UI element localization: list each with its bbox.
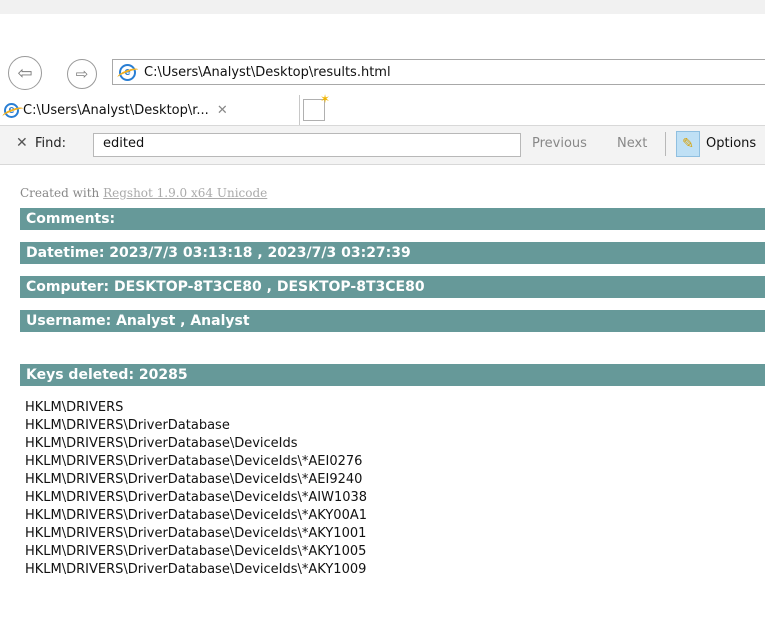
pencil-icon[interactable]: ✎	[676, 131, 700, 157]
list-item: HKLM\DRIVERS\DriverDatabase\DeviceIds\*A…	[25, 454, 363, 469]
datetime-header: Datetime: 2023/7/3 03:13:18 , 2023/7/3 0…	[20, 242, 765, 264]
find-separator	[665, 132, 666, 156]
list-item: HKLM\DRIVERS\DriverDatabase\DeviceIds\*A…	[25, 526, 367, 541]
list-item: HKLM\DRIVERS\DriverDatabase\DeviceIds\*A…	[25, 490, 368, 505]
list-item: HKLM\DRIVERS\DriverDatabase\DeviceIds\*A…	[25, 562, 367, 577]
comments-header: Comments:	[20, 208, 765, 230]
forward-button[interactable]: ⇨	[67, 59, 97, 89]
back-icon: ⇦	[17, 62, 33, 84]
page-content: Created with Regshot 1.9.0 x64 Unicode C…	[0, 164, 765, 617]
created-with-line: Created with Regshot 1.9.0 x64 Unicode	[20, 186, 267, 200]
tab-strip: e C:\Users\Analyst\Desktop\r... ✕	[0, 92, 765, 126]
computer-header: Computer: DESKTOP-8T3CE80 , DESKTOP-8T3C…	[20, 276, 765, 298]
created-prefix: Created with	[20, 186, 100, 200]
list-item: HKLM\DRIVERS	[25, 400, 124, 415]
list-item: HKLM\DRIVERS\DriverDatabase\DeviceIds\*A…	[25, 544, 367, 559]
regshot-link[interactable]: Regshot 1.9.0 x64 Unicode	[103, 186, 267, 200]
find-bar: ✕ Find: edited Previous Next ✎ Options	[0, 126, 765, 165]
window-top-strip	[0, 0, 765, 14]
close-tab-icon[interactable]: ✕	[217, 103, 228, 118]
username-header: Username: Analyst , Analyst	[20, 310, 765, 332]
new-tab-button[interactable]	[303, 92, 330, 121]
close-find-icon[interactable]: ✕	[16, 135, 28, 151]
deleted-keys-list: HKLM\DRIVERS HKLM\DRIVERS\DriverDatabase…	[25, 399, 765, 579]
list-item: HKLM\DRIVERS\DriverDatabase\DeviceIds\*A…	[25, 472, 363, 487]
tab-results[interactable]: e C:\Users\Analyst\Desktop\r... ✕	[0, 95, 300, 125]
back-button[interactable]: ⇦	[8, 56, 42, 90]
tab-label: C:\Users\Analyst\Desktop\r...	[23, 102, 209, 118]
list-item: HKLM\DRIVERS\DriverDatabase\DeviceIds	[25, 436, 298, 451]
address-text[interactable]: C:\Users\Analyst\Desktop\results.html	[144, 65, 391, 80]
navigation-bar: ⇦ ⇨ e C:\Users\Analyst\Desktop\results.h…	[0, 56, 765, 90]
list-item: HKLM\DRIVERS\DriverDatabase	[25, 418, 230, 433]
find-previous-button[interactable]: Previous	[532, 136, 587, 151]
find-options-button[interactable]: Options	[706, 136, 756, 151]
ie-icon: e	[119, 63, 136, 81]
find-input[interactable]: edited	[93, 133, 521, 157]
tab-ie-icon: e	[4, 102, 19, 118]
forward-icon: ⇨	[75, 65, 89, 83]
keys-deleted-header: Keys deleted: 20285	[20, 364, 765, 386]
find-label: Find:	[35, 136, 67, 151]
find-next-button[interactable]: Next	[617, 136, 647, 151]
address-bar[interactable]: e C:\Users\Analyst\Desktop\results.html	[112, 59, 765, 85]
list-item: HKLM\DRIVERS\DriverDatabase\DeviceIds\*A…	[25, 508, 367, 523]
